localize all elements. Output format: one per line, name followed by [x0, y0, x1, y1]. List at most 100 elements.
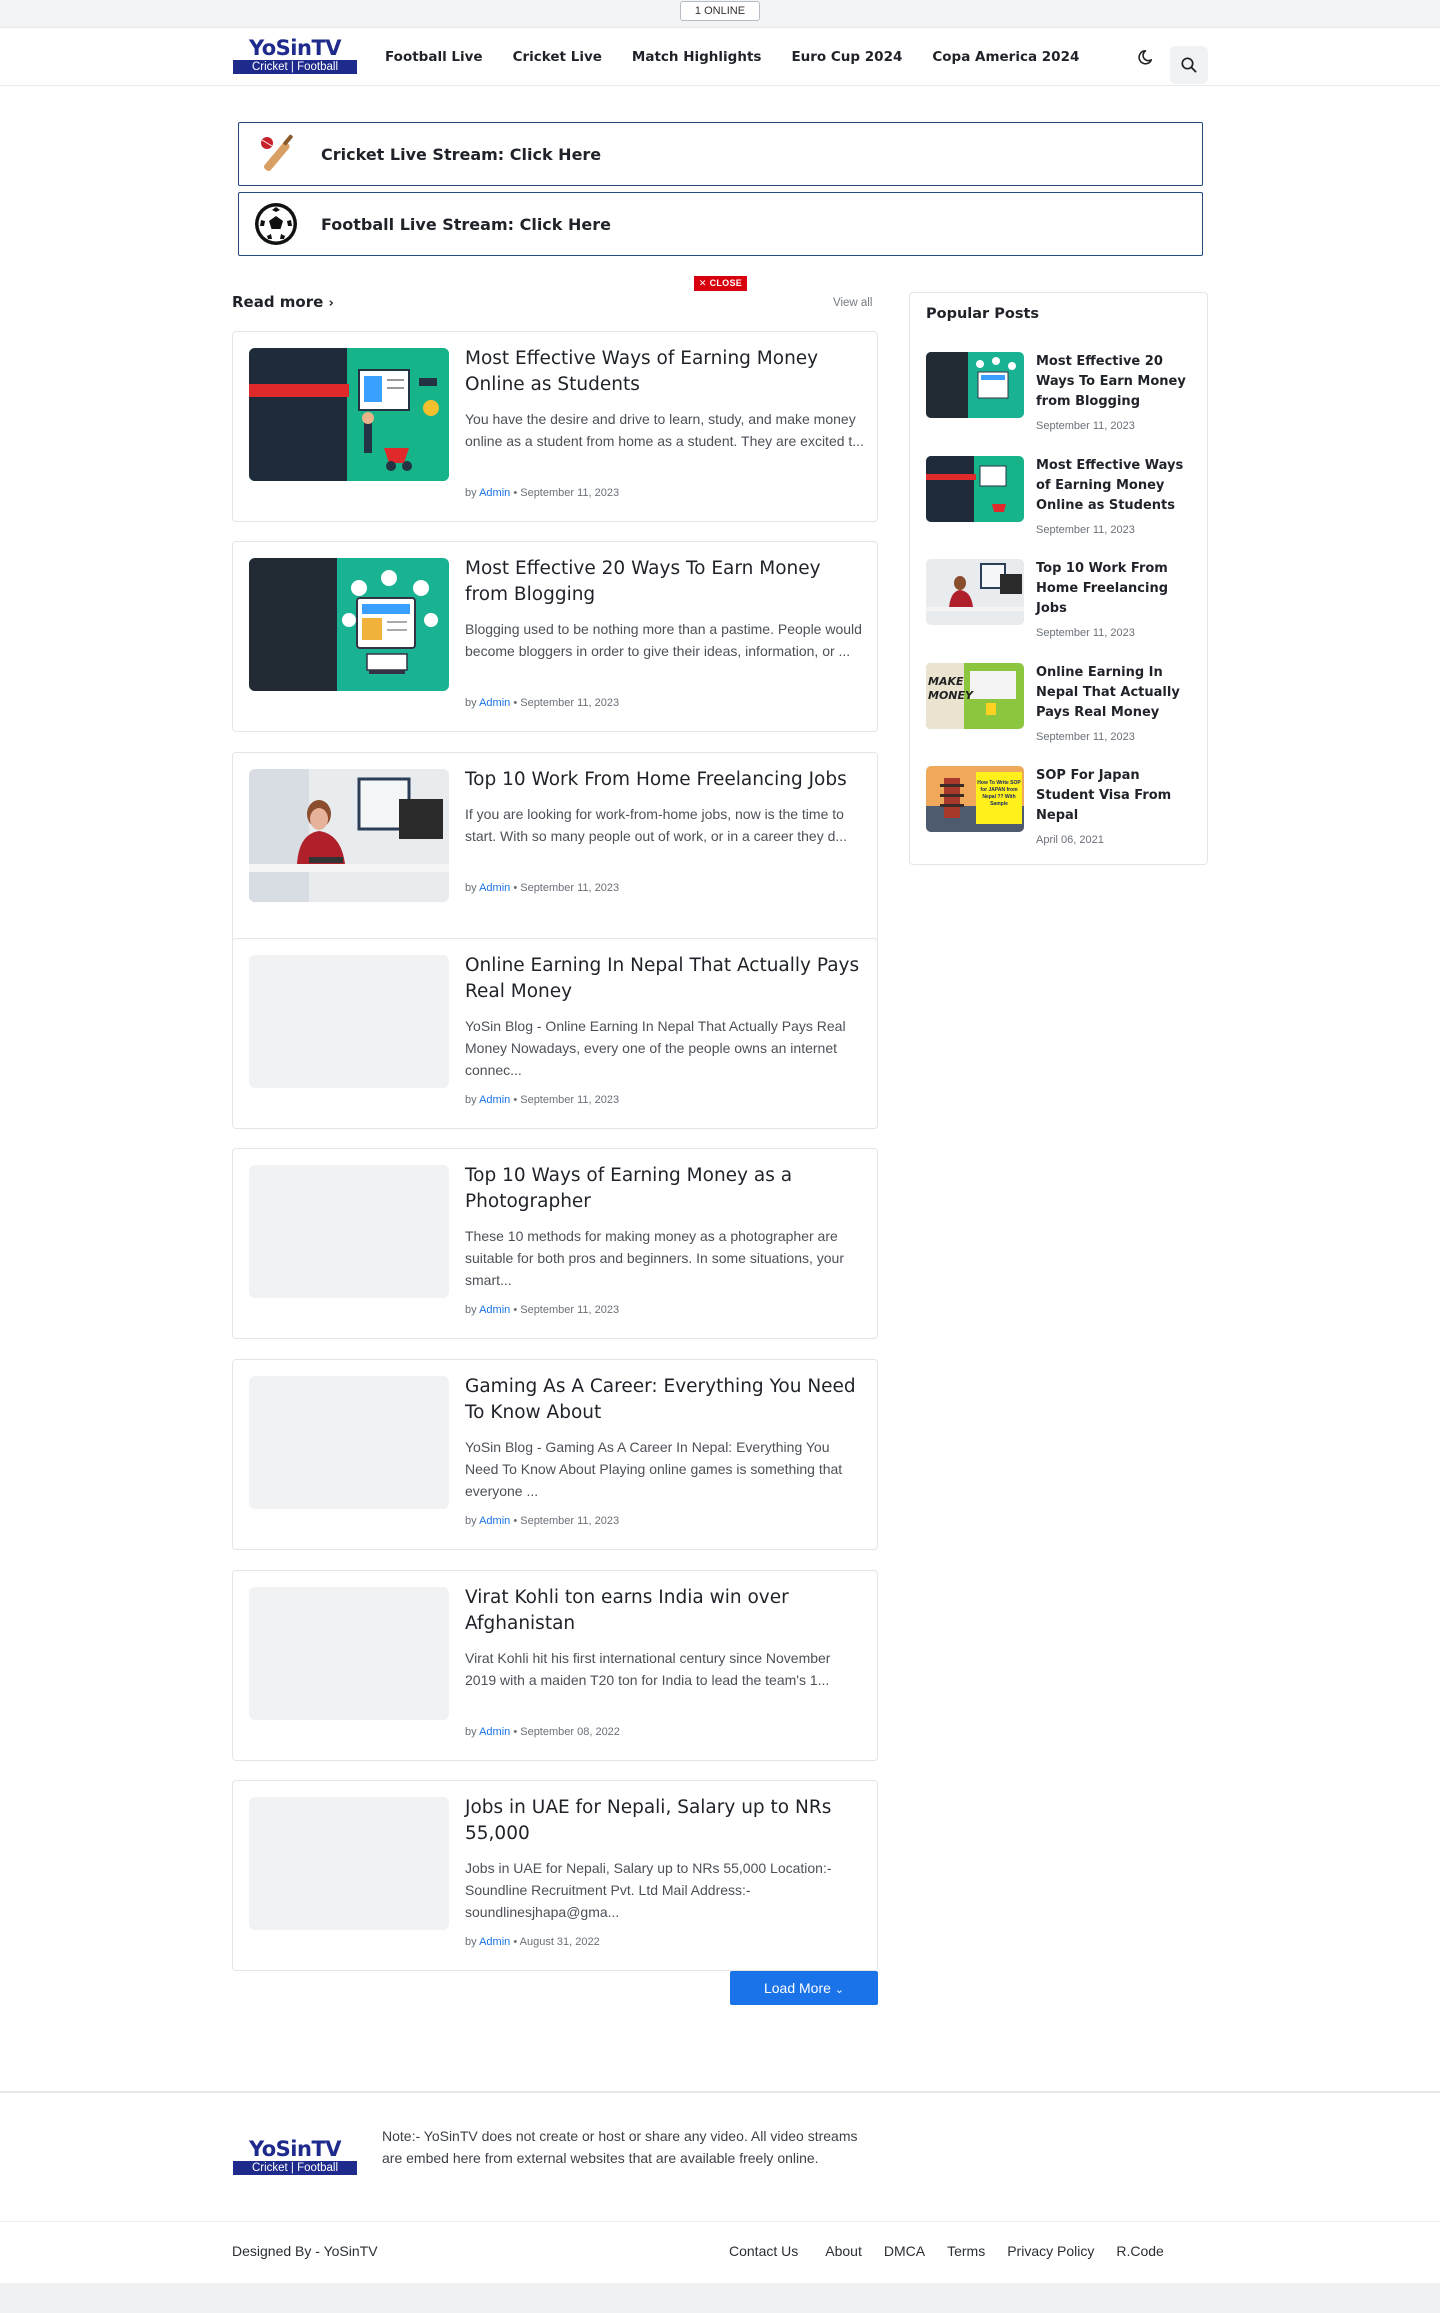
meta-by-label: by [465, 1094, 477, 1106]
page-bottom-strip [0, 2283, 1440, 2313]
search-button[interactable] [1170, 46, 1208, 84]
football-live-stream-banner[interactable]: Football Live Stream: Click Here [238, 192, 1203, 256]
post-title[interactable]: Online Earning In Nepal That Actually Pa… [465, 953, 865, 1005]
footer-link-about[interactable]: About [825, 2243, 862, 2259]
popular-posts-title: Popular Posts [926, 306, 1040, 322]
post-author-link[interactable]: Admin [479, 1304, 510, 1316]
popular-post-title[interactable]: Most Effective 20 Ways To Earn Money fro… [1036, 352, 1196, 412]
post-meta: by Admin • September 11, 2023 [465, 882, 620, 894]
post-meta: by Admin • September 11, 2023 [465, 1515, 620, 1527]
freelancing-photo-thumbnail [249, 769, 449, 902]
post-card[interactable]: Most Effective 20 Ways To Earn Money fro… [232, 541, 878, 732]
online-bar: 1 ONLINE [0, 0, 1440, 28]
nav-copa-america-2024[interactable]: Copa America 2024 [932, 49, 1079, 65]
popular-post-thumbnail[interactable]: How To Write SOP for JAPAN from Nepal ??… [926, 766, 1024, 832]
post-card[interactable]: Virat Kohli ton earns India win over Afg… [232, 1570, 878, 1761]
post-excerpt: If you are looking for work-from-home jo… [465, 806, 848, 844]
nav-cricket-live[interactable]: Cricket Live [513, 49, 602, 65]
post-title[interactable]: Most Effective 20 Ways To Earn Money fro… [465, 556, 865, 608]
popular-post-thumbnail[interactable] [926, 456, 1024, 522]
load-more-label: Load More [763, 1980, 831, 1996]
post-author-link[interactable]: Admin [479, 1515, 510, 1527]
load-more-button[interactable]: Load More ⌄ [730, 1971, 878, 2005]
nav-football-live[interactable]: Football Live [385, 49, 483, 65]
post-meta: by Admin • September 11, 2023 [465, 1094, 620, 1106]
nav-euro-cup-2024[interactable]: Euro Cup 2024 [791, 49, 902, 65]
post-thumbnail-placeholder[interactable] [249, 1587, 449, 1720]
site-logo[interactable]: YoSinTV Cricket | Football [233, 38, 357, 74]
post-author-link[interactable]: Admin [479, 487, 510, 499]
post-author-link[interactable]: Admin [479, 697, 510, 709]
post-title[interactable]: Top 10 Ways of Earning Money as a Photog… [465, 1163, 865, 1215]
footer: YoSinTV Cricket | Football Note:- YoSinT… [0, 2091, 1440, 2221]
post-title[interactable]: Most Effective Ways of Earning Money Onl… [465, 346, 865, 398]
popular-post-title[interactable]: SOP For Japan Student Visa From Nepal [1036, 766, 1196, 826]
footer-link-terms[interactable]: Terms [947, 2243, 985, 2259]
post-excerpt: YoSin Blog - Online Earning In Nepal Tha… [465, 1018, 846, 1078]
close-ad-button[interactable]: ✕ CLOSE [694, 276, 747, 291]
post-thumbnail[interactable] [249, 348, 449, 481]
blogging-thumbnail [926, 352, 1024, 418]
popular-post-item[interactable]: How To Write SOP for JAPAN from Nepal ??… [926, 766, 1196, 856]
post-date: September 11, 2023 [520, 697, 620, 709]
footer-link-privacy-policy[interactable]: Privacy Policy [1007, 2243, 1094, 2259]
post-author-link[interactable]: Admin [479, 1726, 510, 1738]
post-thumbnail[interactable] [249, 558, 449, 691]
footer-links: Contact Us About DMCA Terms Privacy Poli… [729, 2243, 1164, 2259]
meta-by-label: by [465, 1304, 477, 1316]
logo-title: YoSinTV [248, 2137, 342, 2161]
make-money-thumbnail-text: MAKE MONEY [928, 675, 973, 702]
post-author-link[interactable]: Admin [479, 1094, 510, 1106]
view-all-link[interactable]: View all [833, 297, 872, 309]
popular-post-title[interactable]: Top 10 Work From Home Freelancing Jobs [1036, 559, 1196, 619]
popular-post-item[interactable]: Most Effective 20 Ways To Earn Money fro… [926, 352, 1196, 442]
post-author-link[interactable]: Admin [479, 1936, 510, 1948]
footer-logo[interactable]: YoSinTV Cricket | Football [233, 2139, 357, 2175]
post-card[interactable]: Most Effective Ways of Earning Money Onl… [232, 331, 878, 522]
post-card[interactable]: Jobs in UAE for Nepali, Salary up to NRs… [232, 1780, 878, 1971]
logo-subtitle: Cricket | Football [233, 2161, 357, 2175]
popular-post-item[interactable]: Most Effective Ways of Earning Money Onl… [926, 456, 1196, 546]
post-excerpt: You have the desire and drive to learn, … [465, 411, 864, 449]
chevron-right-icon: › [328, 296, 334, 311]
popular-post-title[interactable]: Most Effective Ways of Earning Money Onl… [1036, 456, 1196, 516]
popular-post-date: April 06, 2021 [1036, 834, 1104, 846]
post-card[interactable]: Gaming As A Career: Everything You Need … [232, 1359, 878, 1550]
footer-link-contact-us[interactable]: Contact Us [729, 2243, 798, 2259]
popular-post-thumbnail[interactable]: MAKE MONEY [926, 663, 1024, 729]
students-earning-thumbnail [249, 348, 449, 481]
footer-link-rcode[interactable]: R.Code [1116, 2243, 1163, 2259]
post-title[interactable]: Virat Kohli ton earns India win over Afg… [465, 1585, 865, 1637]
popular-post-date: September 11, 2023 [1036, 524, 1135, 536]
nav-match-highlights[interactable]: Match Highlights [632, 49, 762, 65]
post-thumbnail-placeholder[interactable] [249, 1797, 449, 1930]
dark-mode-toggle[interactable] [1134, 45, 1158, 69]
online-count-badge: 1 ONLINE [680, 1, 760, 21]
footer-bottom-bar: Designed By - YoSinTV Contact Us About D… [0, 2221, 1440, 2283]
post-card[interactable]: Online Earning In Nepal That Actually Pa… [232, 938, 878, 1129]
post-thumbnail[interactable] [249, 769, 449, 902]
cricket-live-stream-banner[interactable]: Cricket Live Stream: Click Here [238, 122, 1203, 186]
post-thumbnail-placeholder[interactable] [249, 955, 449, 1088]
popular-post-item[interactable]: MAKE MONEY Online Earning In Nepal That … [926, 663, 1196, 753]
popular-post-date: September 11, 2023 [1036, 420, 1135, 432]
meta-by-label: by [465, 882, 477, 894]
popular-post-thumbnail[interactable] [926, 559, 1024, 625]
logo-subtitle: Cricket | Football [233, 60, 357, 74]
post-meta: by Admin • September 11, 2023 [465, 487, 620, 499]
popular-post-item[interactable]: Top 10 Work From Home Freelancing Jobs S… [926, 559, 1196, 649]
popular-post-title[interactable]: Online Earning In Nepal That Actually Pa… [1036, 663, 1196, 723]
post-excerpt: Virat Kohli hit his first international … [465, 1650, 831, 1688]
post-author-link[interactable]: Admin [479, 882, 510, 894]
popular-post-thumbnail[interactable] [926, 352, 1024, 418]
post-card[interactable]: Top 10 Ways of Earning Money as a Photog… [232, 1148, 878, 1339]
post-title[interactable]: Gaming As A Career: Everything You Need … [465, 1374, 865, 1426]
post-card[interactable]: Top 10 Work From Home Freelancing Jobs I… [232, 752, 878, 943]
blogging-thumbnail [249, 558, 449, 691]
post-meta: by Admin • September 11, 2023 [465, 697, 620, 709]
post-thumbnail-placeholder[interactable] [249, 1165, 449, 1298]
post-title[interactable]: Jobs in UAE for Nepali, Salary up to NRs… [465, 1795, 865, 1847]
footer-link-dmca[interactable]: DMCA [884, 2243, 925, 2259]
post-thumbnail-placeholder[interactable] [249, 1376, 449, 1509]
post-title[interactable]: Top 10 Work From Home Freelancing Jobs [465, 767, 865, 793]
